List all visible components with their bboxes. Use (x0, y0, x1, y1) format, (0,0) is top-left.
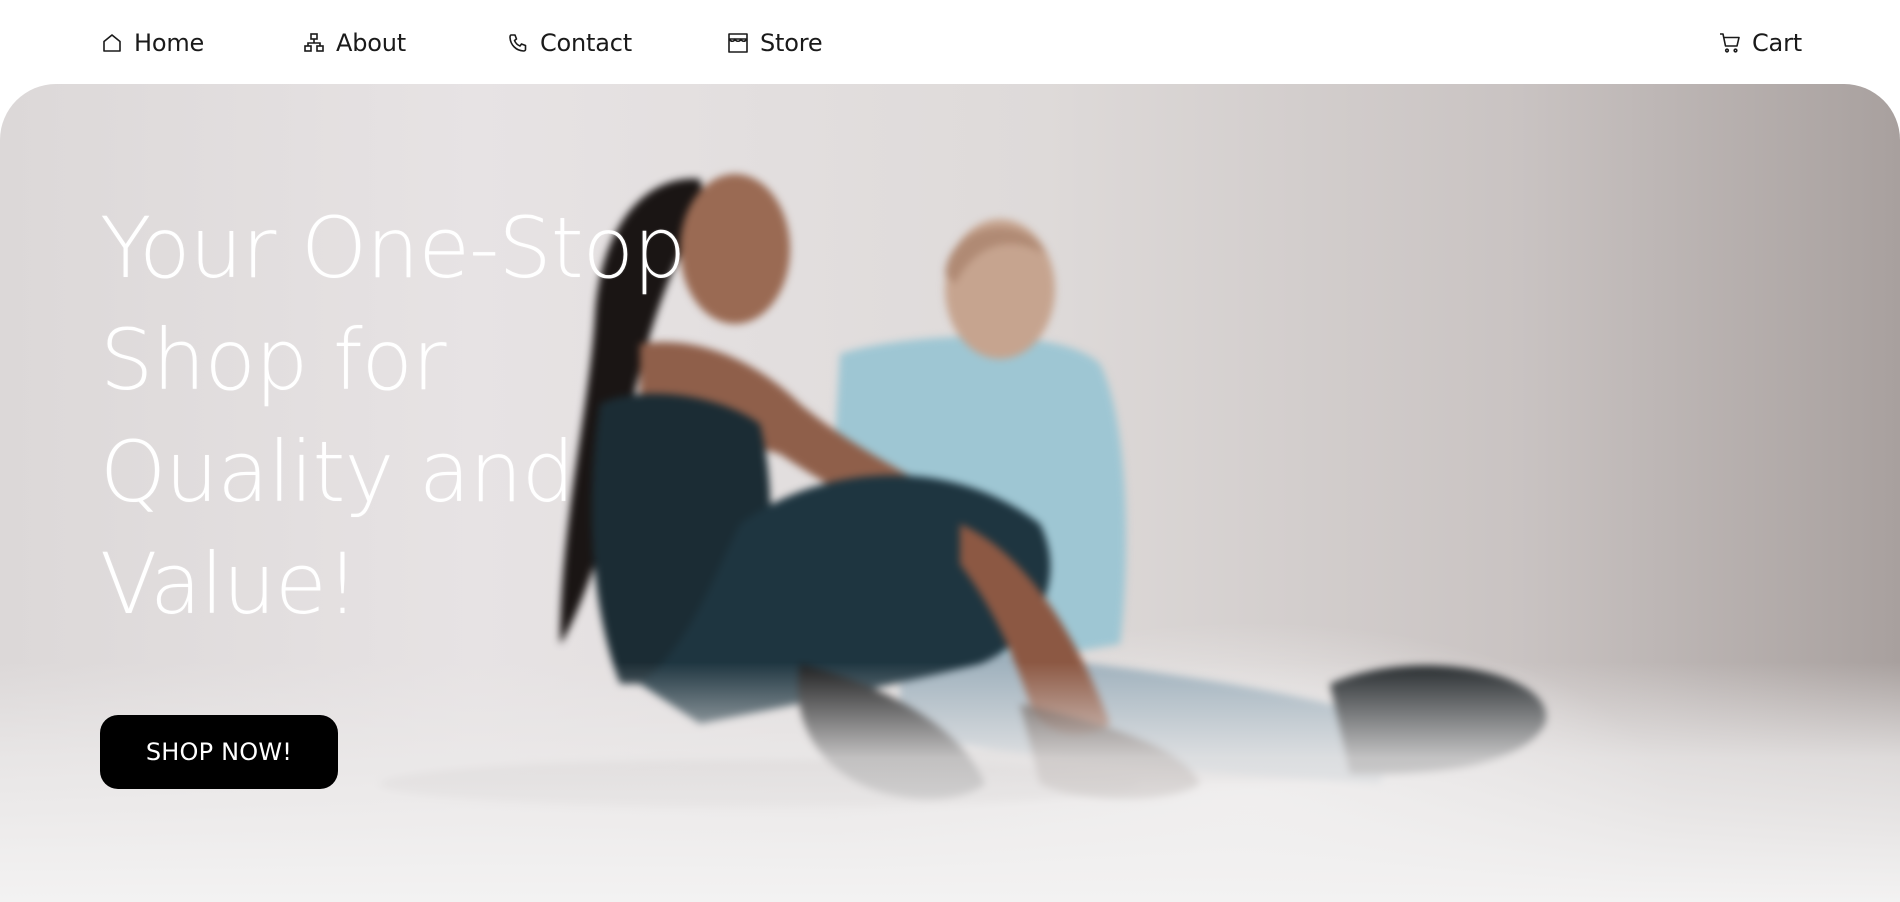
nav-item-label: Cart (1752, 29, 1802, 57)
nav-item-label: About (336, 29, 406, 57)
shop-now-button[interactable]: SHOP NOW! (100, 715, 338, 789)
home-icon (100, 31, 124, 55)
nav-item-cart[interactable]: Cart (1718, 26, 1802, 60)
nav-item-contact[interactable]: Contact (506, 26, 632, 60)
nav-item-label: Contact (540, 29, 632, 57)
store-icon (726, 31, 750, 55)
cart-icon (1718, 31, 1742, 55)
sitemap-icon (302, 31, 326, 55)
hero-title: Your One-Stop Shop for Quality and Value… (100, 199, 686, 633)
nav-item-label: Home (134, 29, 205, 57)
nav-item-label: Store (760, 29, 823, 57)
hero-banner: Your One-Stop Shop for Quality and Value… (0, 84, 1900, 902)
nav-item-store[interactable]: Store (726, 26, 823, 60)
phone-icon (506, 31, 530, 55)
top-navigation: Home About Contact Store Cart (0, 0, 1900, 84)
nav-item-about[interactable]: About (302, 26, 406, 60)
nav-item-home[interactable]: Home (100, 26, 204, 60)
